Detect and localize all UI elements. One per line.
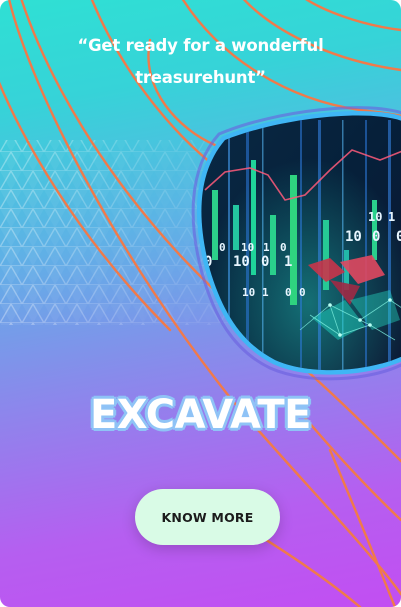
binary-digit: 0 bbox=[285, 286, 292, 299]
binary-digit: 1 bbox=[263, 241, 270, 254]
binary-digit: 10 bbox=[242, 286, 255, 299]
binary-digit: 1 bbox=[262, 286, 269, 299]
binary-digit: 0 bbox=[372, 229, 380, 245]
binary-digit: 0 bbox=[261, 254, 269, 270]
binary-digit: 1 bbox=[284, 254, 292, 270]
binary-digit: 10 bbox=[368, 210, 382, 224]
binary-digit: 10 bbox=[233, 254, 250, 270]
binary-digit: 10 bbox=[241, 241, 254, 254]
binary-digit: 0 bbox=[280, 241, 287, 254]
binary-digit: 0 bbox=[219, 241, 226, 254]
binary-digit: 1 bbox=[388, 210, 395, 224]
know-more-button[interactable]: KNOW MORE bbox=[135, 489, 280, 545]
binary-digit: 10 bbox=[345, 229, 362, 245]
promo-card: “Get ready for a wonderful treasurehunt” bbox=[0, 0, 401, 607]
binary-digit: 0 bbox=[396, 229, 401, 245]
binary-digit: 0 bbox=[299, 286, 306, 299]
